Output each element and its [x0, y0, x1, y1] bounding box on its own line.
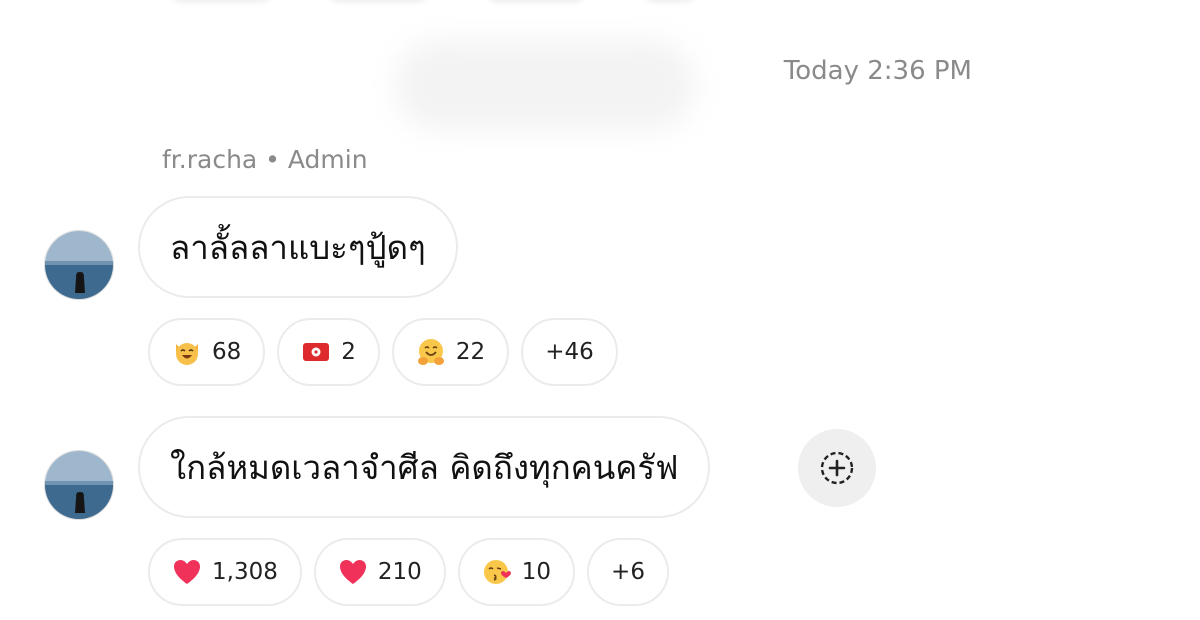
reaction-bar: 1,308 210 10 +6 [148, 538, 669, 606]
more-reactions-chip[interactable]: +6 [587, 538, 669, 606]
blurred-content [330, 0, 426, 2]
message-text: ลาลั้ลลาแบะๆปู้ดๆ [170, 227, 426, 267]
blurred-content [646, 0, 694, 2]
reaction-count: 2 [341, 339, 356, 365]
reaction-count: 10 [521, 559, 552, 585]
message-text: ใกล้หมดเวลาจำศีล คิดถึงทุกคนครัฟ [170, 447, 679, 487]
red-heart-icon [172, 557, 202, 587]
message-bubble[interactable]: ลาลั้ลลาแบะๆปู้ดๆ [138, 196, 458, 298]
reaction-chip[interactable]: 22 [391, 318, 510, 386]
add-reaction-button[interactable] [798, 429, 876, 507]
reaction-chip[interactable]: 68 [148, 318, 266, 386]
face-blowing-kiss-icon [482, 557, 512, 587]
reaction-count: 210 [377, 559, 422, 585]
sender-label: fr.racha • Admin [162, 145, 368, 174]
hong-kong-flag-icon [301, 337, 331, 367]
message-bubble[interactable]: ใกล้หมดเวลาจำศีล คิดถึงทุกคนครัฟ [138, 416, 711, 518]
red-heart-icon [338, 557, 368, 587]
add-reaction-icon [820, 451, 854, 485]
more-reactions-chip[interactable]: +46 [521, 318, 618, 386]
more-reactions-count: +6 [611, 559, 645, 585]
blurred-content [172, 0, 270, 2]
reaction-count: 22 [455, 339, 486, 365]
hugging-face-icon [416, 337, 446, 367]
smiling-cat-face-icon [172, 337, 202, 367]
reaction-chip[interactable]: 2 [277, 318, 380, 386]
more-reactions-count: +46 [545, 339, 594, 365]
avatar[interactable] [44, 450, 114, 520]
reaction-chip[interactable]: 10 [457, 538, 576, 606]
reaction-count: 68 [212, 339, 242, 365]
avatar[interactable] [44, 230, 114, 300]
reaction-chip[interactable]: 1,308 [148, 538, 302, 606]
message-timestamp: Today 2:36 PM [783, 56, 972, 86]
reaction-bar: 68 2 22 +46 [148, 318, 618, 386]
reaction-chip[interactable]: 210 [313, 538, 446, 606]
blurred-content [488, 0, 584, 2]
reaction-count: 1,308 [212, 559, 278, 585]
